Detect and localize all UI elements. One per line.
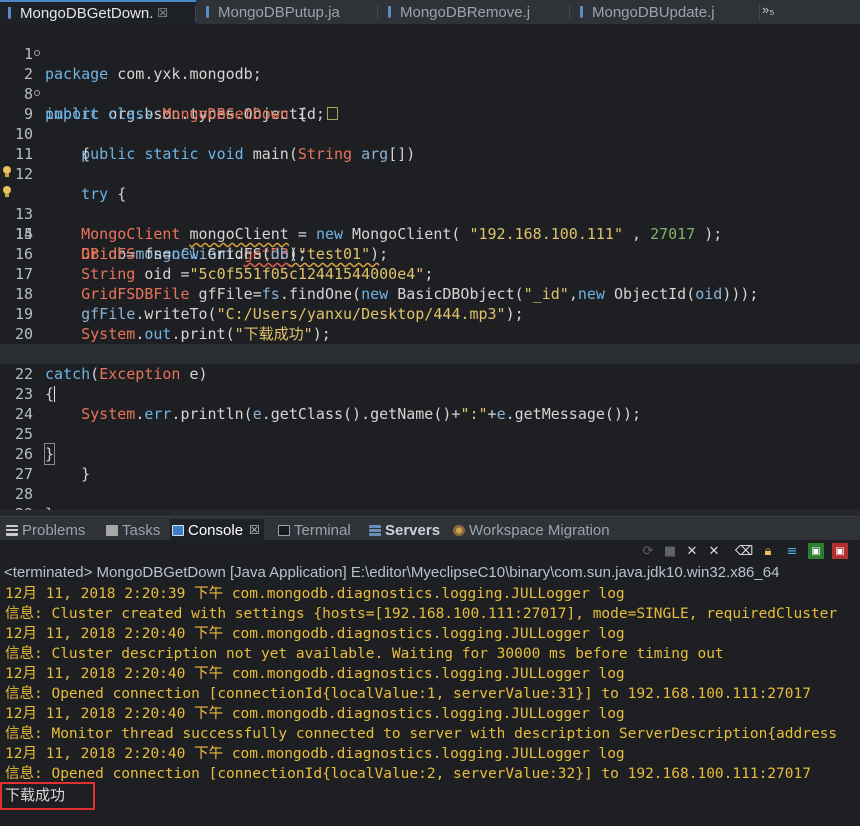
console-line: 信息: Opened connection [connectionId{loca… [5,686,811,702]
code-line: 13 MongoClient mongoClient = new MongoCl… [0,164,860,243]
code-line: 9 public static void main(String arg[]) [0,84,860,163]
code-line: 28 } [14,485,54,523]
servers-icon [369,524,381,536]
console-line: 信息: Cluster description not yet availabl… [5,646,724,662]
java-file-icon [204,6,212,18]
code-line: 14 DB db=mongoClient.getDB("test01"); [0,184,860,263]
tab-mongodbremove[interactable]: MongoDBRemove.j [380,0,570,24]
tab-problems[interactable]: Problems [6,519,85,541]
java-file-icon [578,6,586,18]
console-line: 12月 11, 2018 2:20:40 下午 com.mongodb.diag… [5,746,625,762]
tab-label: MongoDBRemove.j [400,3,531,21]
close-tab-icon[interactable]: ☒ [157,6,168,20]
console-icon [172,524,184,536]
console-output[interactable]: 12月 11, 2018 2:20:39 下午 com.mongodb.diag… [0,584,860,826]
java-file-icon [386,6,394,18]
tab-label: MongoDBGetDown. [20,4,154,22]
code-line: 1 package com.yxk.mongodb; [23,45,262,83]
code-line: 20 } [14,325,54,363]
code-line: 15 GridFS fs=new GridFS(db); [14,225,307,263]
tab-terminal[interactable]: Terminal [278,519,351,541]
terminate-icon[interactable]: ■ [662,543,678,559]
console-line: 12月 11, 2018 2:20:39 下午 com.mongodb.diag… [5,586,625,602]
code-line: 18 gfFile.writeTo("C:/Users/yanxu/Deskto… [14,285,524,323]
tab-mongodbupdate[interactable]: MongoDBUpdate.j [572,0,760,24]
code-editor[interactable]: 1 package com.yxk.mongodb; 2 import org.… [0,24,860,523]
tabs-overflow-button[interactable]: »₅ [762,2,774,17]
code-line: 21 catch(Exception e) [15,345,208,383]
console-line: 12月 11, 2018 2:20:40 下午 com.mongodb.diag… [5,706,625,722]
close-console-icon[interactable]: ☒ [249,523,260,537]
code-line: 10 { [14,125,91,163]
editor-tab-bar: MongoDBGetDown. ☒ MongoDBPutup.ja MongoD… [0,0,860,25]
code-line: 2 import org.bson.types.ObjectId; [0,44,860,123]
console-line: 12月 11, 2018 2:20:40 下午 com.mongodb.diag… [5,666,625,682]
remove-launch-icon[interactable]: ✕ [684,543,700,559]
code-line: 26 } [14,445,91,483]
tab-label: MongoDBUpdate.j [592,3,715,21]
console-line: 信息: Monitor thread successfully connecte… [5,726,838,742]
myeclipse-window: MongoDBGetDown. ☒ MongoDBPutup.ja MongoD… [0,0,860,826]
scroll-lock-icon[interactable]: 🔒︎ [760,543,776,559]
code-line-current: 22 { [0,344,860,403]
tab-label: MongoDBPutup.ja [218,3,340,21]
rerun-icon[interactable]: ⟳ [640,543,656,559]
tab-mongodbgetdown[interactable]: MongoDBGetDown. ☒ [0,0,196,24]
tab-servers[interactable]: Servers [369,519,440,541]
tab-workspace-migration[interactable]: Workspace Migration [453,519,610,541]
console-line: 信息: Cluster created with settings {hosts… [5,606,838,622]
remove-all-terminated-icon[interactable]: ✕ [706,543,722,559]
terminal-icon [278,524,290,536]
console-toolbar: ⟳ ■ ✕ ✕ ⌫ 🔒︎ ≡ ▣ ▣ [0,540,860,562]
show-on-stdout-icon[interactable]: ▣ [808,543,824,559]
console-stdout-line: 下载成功 [5,786,66,804]
workspace-migration-icon [453,524,465,536]
word-wrap-icon[interactable]: ≡ [784,543,800,559]
show-on-stderr-icon[interactable]: ▣ [832,543,848,559]
code-line: 25 } [14,425,56,465]
code-line: 24 [14,405,33,423]
warning-lightbulb-icon[interactable] [3,166,11,178]
code-line: 23 System.err.println(e.getClass().getNa… [14,385,642,423]
code-line: 11 [14,145,33,163]
view-tab-bar: Problems Tasks Console ☒ Terminal Server… [0,516,860,541]
tab-console[interactable]: Console ☒ [170,519,264,541]
code-line: 16 String oid ="5c0f551f05c12441544000e4… [14,245,434,283]
problems-icon [6,524,18,536]
code-line: 12 try { [14,165,127,203]
code-line: 17 GridFSDBFile gfFile=fs.findOne(new Ba… [14,265,759,303]
tab-mongodbputup[interactable]: MongoDBPutup.ja [198,0,378,24]
code-line: 29 [0,484,860,523]
fold-expand-icon[interactable] [34,50,40,56]
fold-collapse-icon[interactable] [34,90,40,96]
clear-console-icon[interactable]: ⌫ [735,543,753,559]
warning-lightbulb-icon[interactable] [3,186,11,198]
tasks-icon [106,524,118,536]
console-line: 12月 11, 2018 2:20:40 下午 com.mongodb.diag… [5,626,625,642]
code-line: 27 [14,465,33,483]
console-line: 信息: Opened connection [connectionId{loca… [5,766,811,782]
code-line: 19 System.out.print("下载成功"); [14,305,331,343]
java-file-icon [6,7,14,19]
code-line: 8 public class MongoDBGetDown { [23,85,307,123]
console-status: <terminated> MongoDBGetDown [Java Applic… [4,564,780,581]
tab-tasks[interactable]: Tasks [106,519,160,541]
